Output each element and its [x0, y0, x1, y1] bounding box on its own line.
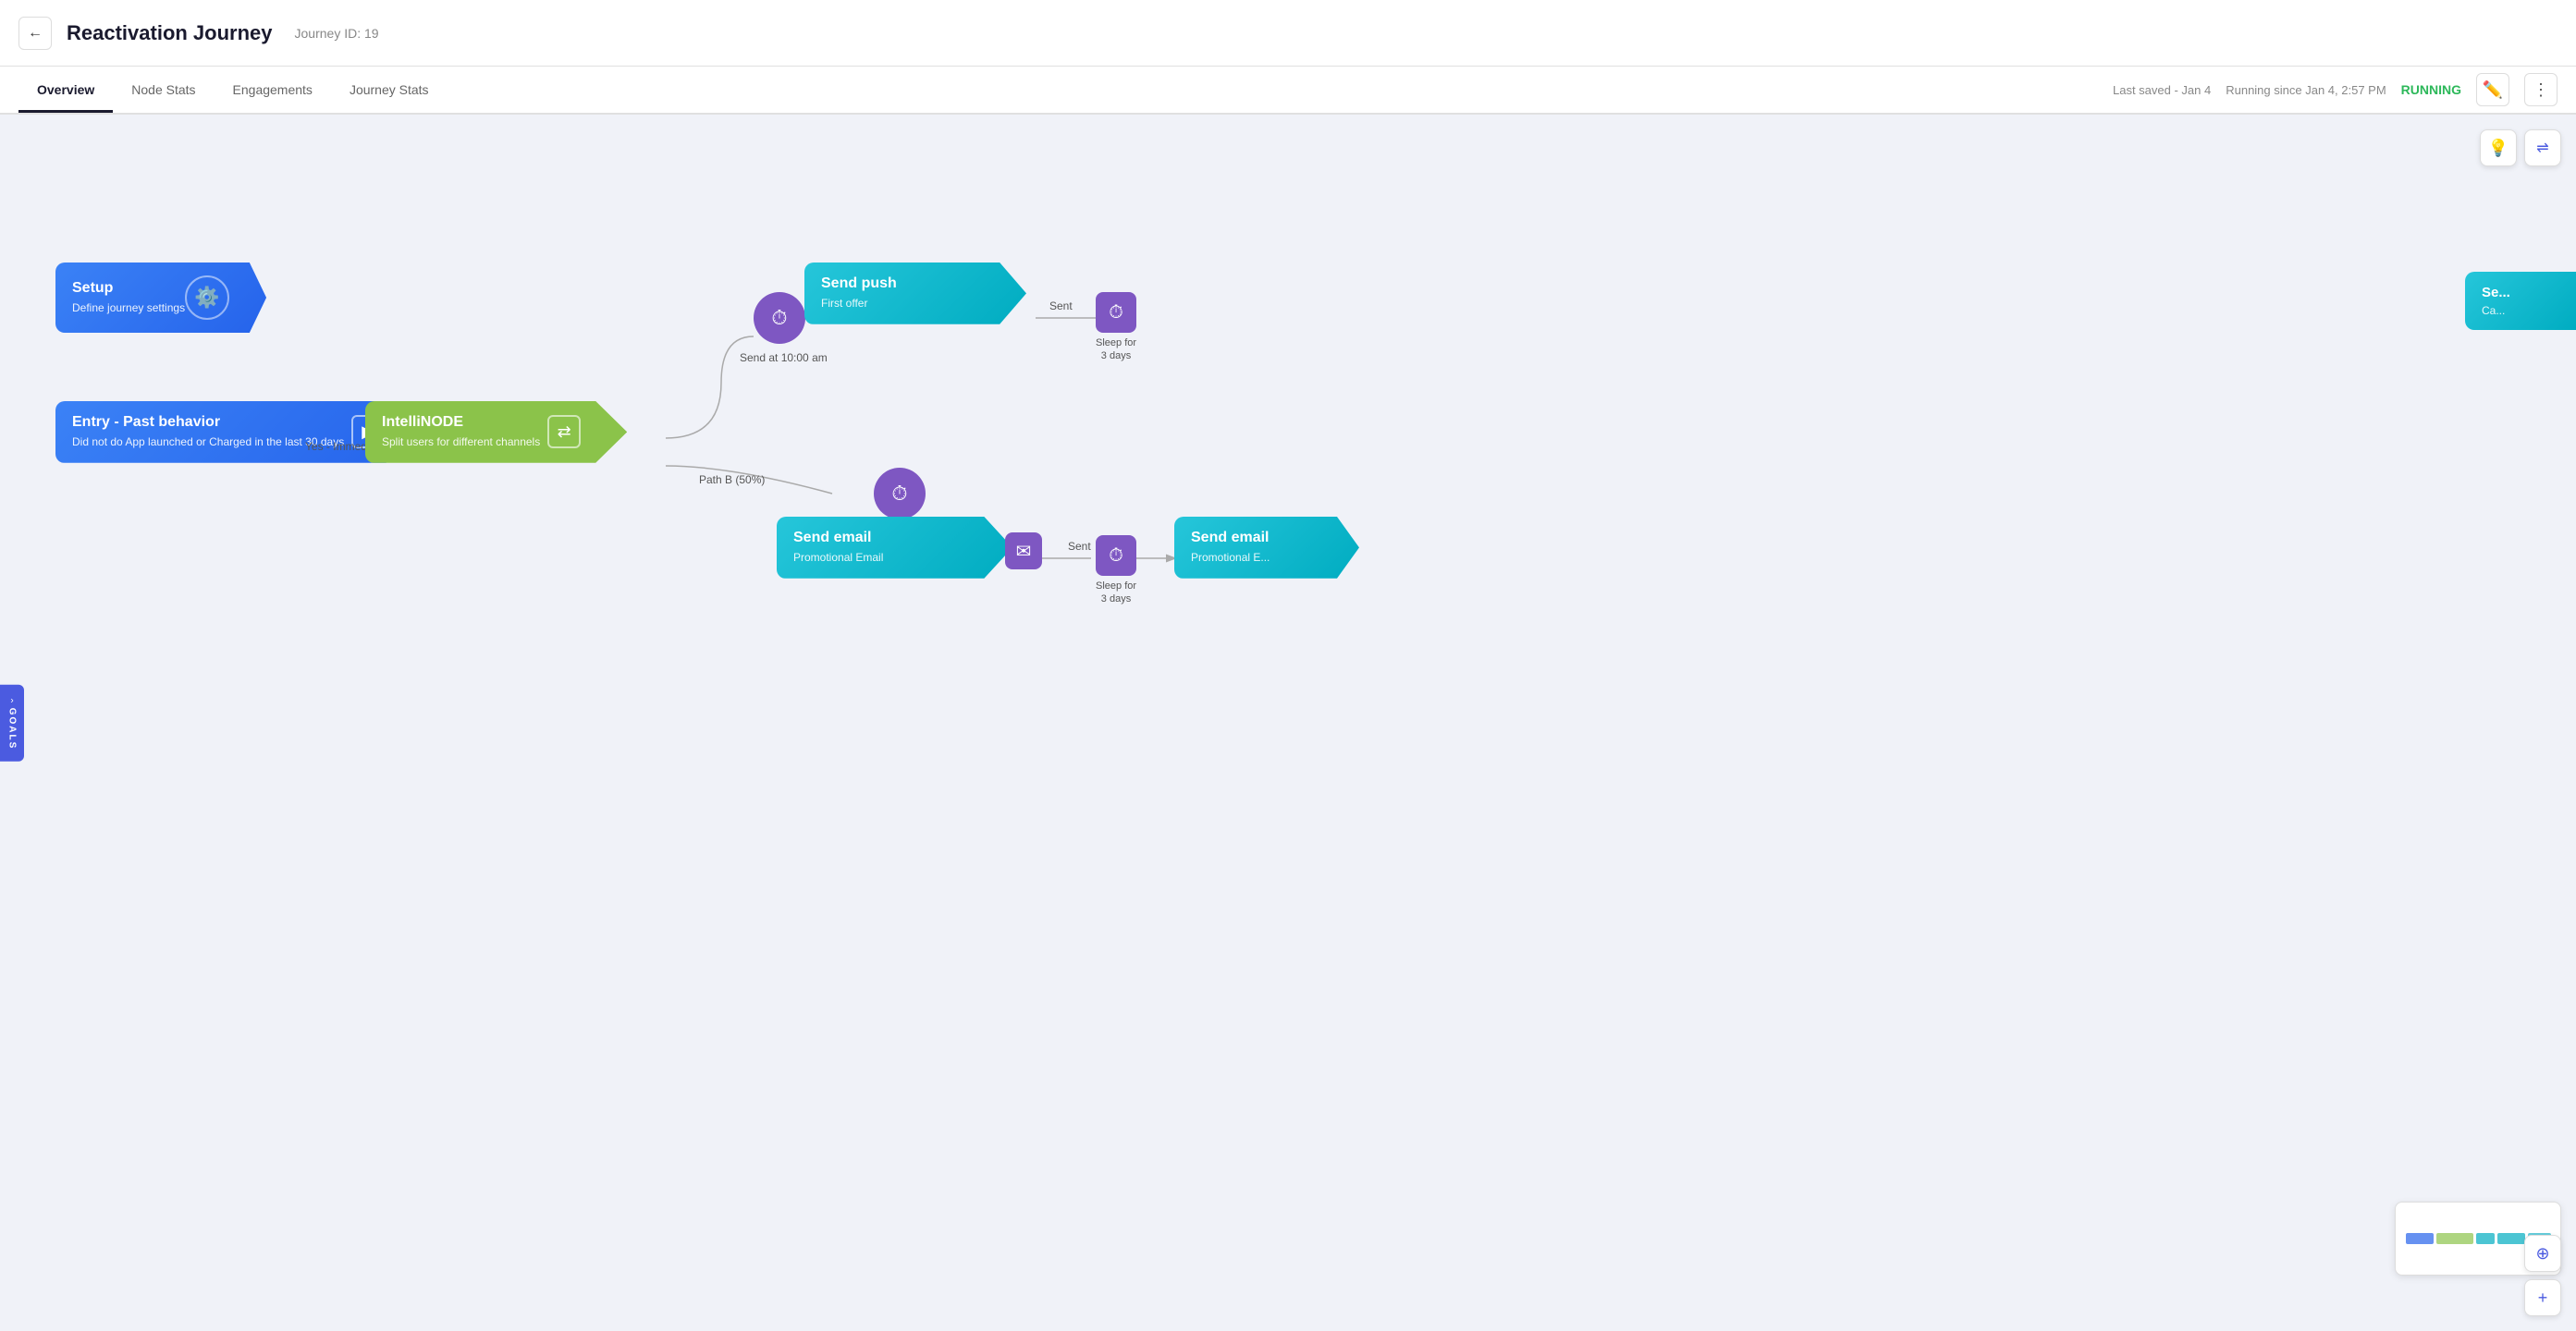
connections-svg	[0, 115, 2576, 1331]
mini-bar-1	[2406, 1233, 2434, 1244]
zoom-in-button[interactable]: +	[2524, 1279, 2561, 1316]
partial-top-sub: Ca...	[2482, 304, 2559, 317]
edit-button[interactable]: ✏️	[2476, 73, 2509, 106]
timer-node-top[interactable]: ⏱	[754, 292, 805, 344]
sleep-top-label: Sleep for 3 days	[1096, 336, 1136, 363]
mini-bar-3	[2476, 1233, 2495, 1244]
tab-node-stats[interactable]: Node Stats	[113, 69, 214, 113]
send-push-title: Send push	[821, 275, 980, 292]
filter-button[interactable]: ⇌	[2524, 129, 2561, 166]
last-saved-text: Last saved - Jan 4	[2113, 83, 2211, 97]
header: ← Reactivation Journey Journey ID: 19	[0, 0, 2576, 67]
intellinode-icon: ⇄	[547, 415, 581, 448]
node-send-email[interactable]: Send email Promotional Email	[777, 517, 1012, 579]
send-email-2-subtitle: Promotional E...	[1191, 550, 1313, 566]
intellinode-subtitle: Split users for different channels	[382, 434, 540, 450]
sent-bottom-label: Sent	[1068, 540, 1091, 553]
plus-icon: +	[2538, 1288, 2548, 1308]
goals-sidebar[interactable]: › GOALS	[0, 685, 24, 762]
tabs-left: Overview Node Stats Engagements Journey …	[18, 69, 448, 111]
setup-node-subtitle: Define journey settings	[72, 300, 185, 316]
running-since-text: Running since Jan 4, 2:57 PM	[2226, 83, 2386, 97]
journey-title: Reactivation Journey	[67, 21, 273, 45]
goals-label: GOALS	[7, 708, 18, 751]
gear-icon: ⚙️	[185, 275, 229, 320]
mini-bar-4	[2497, 1233, 2525, 1244]
send-email-2-title: Send email	[1191, 530, 1313, 546]
sleep-top-icon: ⏱	[1096, 292, 1136, 333]
timer-top-label: Send at 10:00 am	[740, 351, 828, 364]
email-icon-node: ✉	[1005, 532, 1042, 569]
intellinode-content: IntelliNODE Split users for different ch…	[382, 414, 540, 450]
path-b-label: Path B (50%)	[699, 473, 765, 486]
send-push-subtitle: First offer	[821, 296, 980, 311]
more-options-button[interactable]: ⋮	[2524, 73, 2558, 106]
canvas-container: › GOALS 💡 ⇌	[0, 115, 2576, 1331]
sleep-node-top[interactable]: ⏱ Sleep for 3 days	[1096, 292, 1136, 363]
tab-overview[interactable]: Overview	[18, 69, 113, 113]
tab-engagements[interactable]: Engagements	[215, 69, 331, 113]
node-partial-top[interactable]: Se... Ca...	[2465, 272, 2576, 330]
nav-tabs: Overview Node Stats Engagements Journey …	[0, 67, 2576, 115]
canvas-controls-top-right: 💡 ⇌	[2480, 129, 2561, 166]
back-icon: ←	[28, 25, 43, 42]
tabs-right: Last saved - Jan 4 Running since Jan 4, …	[2113, 73, 2558, 106]
entry-node-subtitle: Did not do App launched or Charged in th…	[72, 434, 344, 450]
send-email-subtitle: Promotional Email	[793, 550, 966, 566]
sent-top-label: Sent	[1049, 299, 1073, 312]
intellinode-title: IntelliNODE	[382, 414, 540, 431]
sleep-node-bottom[interactable]: ⏱ Sleep for 3 days	[1096, 535, 1136, 606]
crosshair-button[interactable]: ⊕	[2524, 1235, 2561, 1272]
tab-journey-stats[interactable]: Journey Stats	[331, 69, 448, 113]
expand-icon: ›	[10, 696, 13, 706]
sleep-bottom-icon: ⏱	[1096, 535, 1136, 576]
node-intellinode[interactable]: IntelliNODE Split users for different ch…	[365, 401, 627, 463]
mini-bar-2	[2436, 1233, 2473, 1244]
timer-bottom-icon: ⏱	[891, 482, 907, 506]
running-badge: RUNNING	[2401, 82, 2461, 97]
timer-node-bottom[interactable]: ⏱	[874, 468, 926, 519]
node-send-push[interactable]: Send push First offer	[804, 263, 1026, 324]
bulb-button[interactable]: 💡	[2480, 129, 2517, 166]
canvas-controls-bottom: ⊕ +	[2524, 1235, 2561, 1316]
setup-node-content: Setup Define journey settings	[72, 280, 185, 316]
node-send-email-2[interactable]: Send email Promotional E...	[1174, 517, 1359, 579]
node-setup[interactable]: Setup Define journey settings ⚙️	[55, 263, 266, 333]
sleep-bottom-label: Sleep for 3 days	[1096, 580, 1136, 606]
timer-top-icon: ⏱	[771, 306, 787, 330]
send-email-title: Send email	[793, 530, 966, 546]
partial-top-title: Se...	[2482, 285, 2559, 300]
setup-node-title: Setup	[72, 280, 185, 297]
bulb-icon: 💡	[2488, 139, 2509, 158]
back-button[interactable]: ←	[18, 17, 52, 50]
entry-node-title: Entry - Past behavior	[72, 414, 344, 431]
filter-icon: ⇌	[2536, 139, 2548, 157]
entry-node-content: Entry - Past behavior Did not do App lau…	[72, 414, 344, 450]
journey-id: Journey ID: 19	[295, 26, 379, 41]
crosshair-icon: ⊕	[2535, 1244, 2549, 1264]
